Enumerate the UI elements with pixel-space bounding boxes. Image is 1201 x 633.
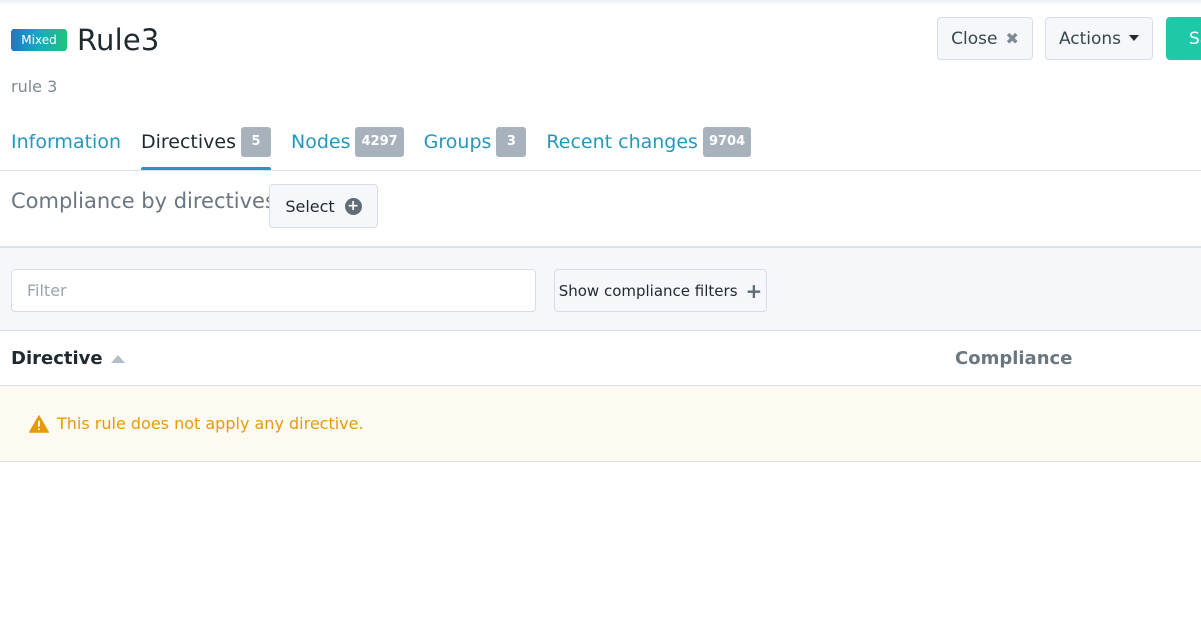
tab-information[interactable]: Information — [11, 125, 121, 159]
section-title: Compliance by directives — [11, 189, 276, 213]
page-title: Rule3 — [77, 23, 160, 57]
tab-directives[interactable]: Directives 5 — [140, 125, 271, 171]
tab-count-badge: 3 — [496, 127, 527, 157]
tab-label: Nodes — [290, 131, 351, 153]
rule-tabs: Information Directives 5 Nodes 4297 Grou… — [11, 125, 771, 171]
tab-label: Groups — [423, 131, 492, 153]
empty-message-text: This rule does not apply any directive. — [57, 414, 364, 433]
rule-details-page: Mixed Rule3 rule 3 Close ✖ Actions Save … — [0, 0, 1201, 633]
column-header-label: Compliance — [955, 348, 1073, 369]
rule-header: Mixed Rule3 — [11, 18, 160, 62]
column-header-directive[interactable]: Directive — [11, 348, 125, 369]
save-button[interactable]: Save — [1166, 17, 1201, 60]
tab-label: Recent changes — [546, 131, 698, 153]
plus-icon: + — [745, 278, 763, 303]
plus-circle-icon: + — [344, 197, 362, 215]
filter-input[interactable] — [11, 269, 536, 312]
show-compliance-filters-button[interactable]: Show compliance filters + — [554, 269, 767, 312]
empty-table-row: This rule does not apply any directive. — [0, 386, 1201, 462]
tab-label: Information — [11, 131, 121, 153]
sort-up-icon — [110, 354, 125, 363]
tab-recent-changes[interactable]: Recent changes 9704 — [546, 125, 752, 159]
tab-count-badge: 4297 — [355, 127, 404, 157]
close-icon: ✖ — [1005, 29, 1019, 48]
close-button-label: Close — [951, 28, 998, 49]
save-button-label: Save — [1189, 28, 1201, 49]
actions-button[interactable]: Actions — [1045, 17, 1153, 60]
actions-button-label: Actions — [1058, 28, 1122, 49]
policy-mode-badge: Mixed — [11, 29, 67, 51]
column-header-compliance[interactable]: Compliance — [955, 348, 1072, 369]
tab-label: Directives — [140, 131, 236, 153]
select-button-label: Select — [285, 196, 335, 216]
tab-count-badge: 9704 — [702, 127, 752, 157]
top-shadow — [0, 0, 1201, 6]
rule-description: rule 3 — [11, 77, 58, 96]
filter-bar: Show compliance filters + — [0, 246, 1201, 331]
close-button[interactable]: Close ✖ — [937, 17, 1033, 60]
column-header-label: Directive — [11, 348, 103, 369]
tab-groups[interactable]: Groups 3 — [424, 125, 527, 159]
tab-count-badge: 5 — [240, 127, 271, 157]
select-directives-button[interactable]: Select + — [269, 184, 378, 228]
caret-down-icon — [1129, 34, 1140, 41]
tabs-divider — [0, 170, 1201, 171]
tab-nodes[interactable]: Nodes 4297 — [291, 125, 404, 159]
show-filters-label: Show compliance filters — [558, 281, 738, 300]
empty-message: This rule does not apply any directive. — [29, 414, 364, 433]
table-header: Directive Compliance — [0, 331, 1201, 386]
warning-triangle-icon — [29, 414, 49, 433]
